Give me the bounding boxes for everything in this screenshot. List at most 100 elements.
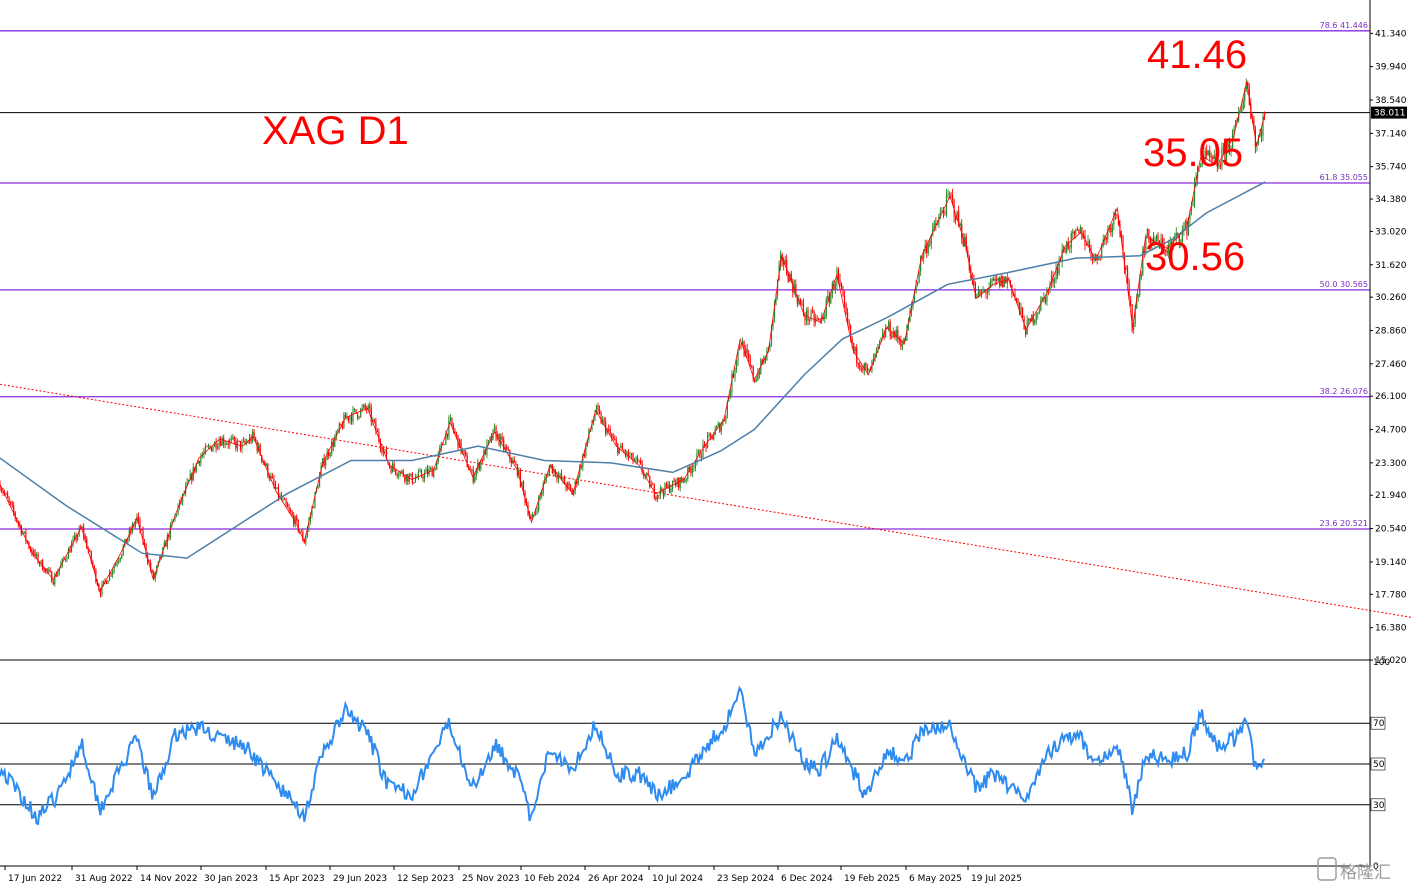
x-tick-label: 19 Feb 2025	[844, 874, 900, 884]
candle-body	[487, 440, 490, 443]
candle-body	[1110, 227, 1112, 233]
candle-body	[352, 409, 354, 422]
fibonacci-label: 61.8 35.055	[1320, 173, 1368, 182]
candle-body	[889, 321, 891, 337]
x-tick-label: 15 Apr 2023	[269, 874, 325, 884]
candle-body	[617, 443, 619, 454]
y-tick-label: 17.780	[1375, 590, 1407, 600]
price-annotation: 41.46	[1147, 33, 1247, 77]
candle-body	[1140, 274, 1142, 279]
x-tick-label: 6 May 2025	[909, 874, 962, 884]
y-tick-label: 27.460	[1375, 360, 1407, 370]
candle-body	[848, 322, 850, 326]
candle-body	[140, 529, 143, 531]
candle-body	[959, 223, 961, 226]
candle-body	[717, 423, 719, 426]
candle-body	[198, 460, 200, 464]
candle-body	[57, 572, 59, 577]
candle-body	[1053, 279, 1056, 283]
candle-body	[404, 476, 406, 481]
candle-body	[369, 405, 371, 409]
y-tick-label: 24.700	[1375, 426, 1407, 436]
x-tick-label: 25 Nov 2023	[462, 874, 520, 884]
y-tick-label: 23.300	[1375, 459, 1407, 469]
fibonacci-label: 23.6 20.521	[1320, 519, 1368, 528]
candle-body	[471, 469, 473, 471]
candle-body	[608, 428, 610, 430]
candle-body	[151, 570, 153, 572]
current-price-label: 38.011	[1374, 109, 1406, 119]
x-tick-label: 10 Feb 2024	[524, 874, 580, 884]
candle-body	[720, 424, 722, 432]
candle-body	[77, 535, 79, 540]
candle-body	[288, 507, 290, 510]
candle-body	[443, 444, 445, 446]
candle-body	[1192, 202, 1194, 207]
candle-body	[396, 473, 398, 476]
candle-body	[291, 512, 293, 516]
candle-body	[837, 269, 840, 279]
candle-body	[1064, 251, 1066, 253]
x-tick-label: 17 Jun 2022	[8, 874, 62, 884]
candle-body	[349, 416, 351, 421]
x-tick-label: 14 Nov 2022	[140, 874, 198, 884]
candle-body	[353, 409, 356, 410]
candle-body	[1000, 276, 1002, 287]
chart-canvas: 78.6 41.446 61.8 35.055 50.0 30.565 38.2 26…	[0, 0, 1413, 884]
candle-body	[1017, 300, 1019, 303]
candle-body	[290, 509, 292, 513]
candle-body	[697, 450, 700, 453]
candle-body	[49, 569, 51, 572]
candle-body	[944, 213, 946, 215]
candle-body	[493, 427, 496, 430]
candle-body	[805, 310, 808, 321]
candle-body	[982, 290, 984, 292]
candle-body	[273, 478, 275, 485]
candle-body	[598, 409, 601, 413]
candle-body	[758, 372, 760, 375]
candle-body	[381, 448, 383, 453]
candle-body	[638, 460, 640, 462]
candle-body	[1130, 299, 1132, 305]
candle-body	[337, 430, 339, 432]
candle-body	[137, 515, 140, 520]
candle-body	[513, 459, 515, 463]
candle-body	[227, 443, 229, 445]
candle-body	[678, 477, 680, 488]
candle-body	[230, 438, 232, 440]
zigzag-line	[0, 81, 1266, 593]
candle-body	[603, 419, 605, 422]
candle-body	[105, 581, 108, 584]
candle-body	[283, 498, 286, 500]
candle-body	[991, 279, 993, 280]
candle-body	[559, 473, 561, 476]
candle-body	[1242, 100, 1244, 110]
candle-body	[247, 442, 249, 443]
candle-body	[312, 507, 315, 509]
candle-body	[407, 474, 409, 482]
candle-body	[1072, 231, 1074, 233]
candle-body	[356, 413, 359, 418]
y-tick-label: 31.620	[1375, 261, 1407, 271]
candle-body	[977, 290, 980, 294]
candle-body	[43, 570, 45, 573]
candle-body	[73, 535, 76, 539]
candle-body	[1003, 276, 1005, 287]
y-tick-label: 26.100	[1375, 392, 1407, 402]
candle-body	[857, 362, 859, 365]
candle-body	[501, 436, 503, 440]
candle-body	[827, 295, 829, 300]
candle-body	[220, 440, 222, 446]
candle-body	[630, 453, 633, 456]
candle-body	[1078, 230, 1080, 233]
candle-body	[296, 516, 298, 521]
candle-body	[364, 404, 366, 409]
candle-body	[325, 460, 327, 466]
candle-body	[866, 367, 868, 370]
candle-body	[1067, 241, 1069, 249]
y-tick-label: 16.380	[1375, 624, 1407, 634]
candle-body	[668, 483, 671, 493]
candle-body	[206, 446, 208, 448]
candle-body	[813, 312, 815, 323]
candle-body	[547, 476, 549, 477]
